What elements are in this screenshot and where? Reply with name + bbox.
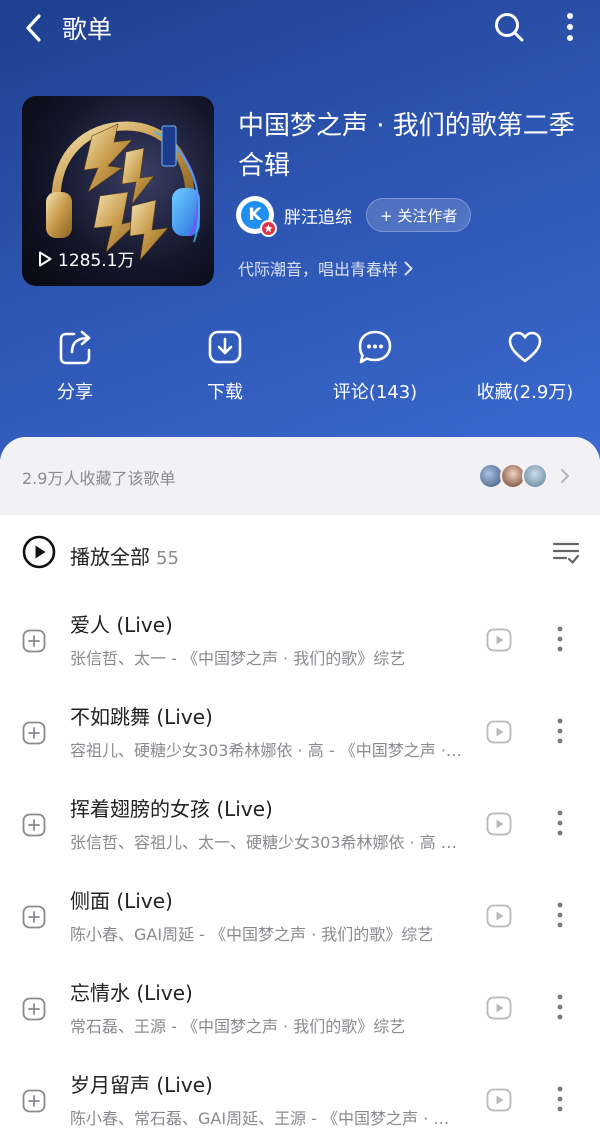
add-to-list-icon[interactable] <box>22 905 46 929</box>
comment-button[interactable]: 评论(143) <box>300 328 450 408</box>
more-button[interactable] <box>552 6 588 48</box>
download-button[interactable]: 下载 <box>150 328 300 408</box>
more-vertical-icon[interactable] <box>556 809 564 837</box>
heart-icon <box>508 331 542 363</box>
song-row[interactable]: 挥着翅膀的女孩 (Live) 张信哲、容祖儿、太一、硬糖少女303希林娜依 · 高… <box>0 777 600 869</box>
song-list-sheet: 2.9万人收藏了该歌单 播放全部 55 爱人 (Live) 张信哲、太一 - 《中国… <box>0 437 600 1147</box>
song-row[interactable]: 不如跳舞 (Live) 容祖儿、硬糖少女303希林娜依 · 高 - 《中国梦之声 … <box>0 685 600 777</box>
song-row[interactable]: 侧面 (Live) 陈小春、GAI周延 - 《中国梦之声 · 我们的歌》综艺 <box>0 869 600 961</box>
more-vertical-icon[interactable] <box>556 993 564 1021</box>
add-to-list-icon[interactable] <box>22 813 46 837</box>
song-title: 挥着翅膀的女孩 (Live) <box>70 797 273 821</box>
mv-play-icon[interactable] <box>486 628 512 652</box>
song-artist-album: 张信哲、容祖儿、太一、硬糖少女303希林娜依 · 高 - 《中国梦之声 · 我们… <box>70 833 462 852</box>
song-artist-album: 陈小春、常石磊、GAI周延、王源 - 《中国梦之声 · 我们的歌》综艺 <box>70 1109 462 1128</box>
song-row[interactable]: 忘情水 (Live) 常石磊、王源 - 《中国梦之声 · 我们的歌》综艺 <box>0 961 600 1053</box>
chevron-right-icon <box>561 469 569 483</box>
action-bar: 分享 下载 评论(143) 收藏(2.9万) <box>0 328 600 408</box>
playlist-header: 歌单 1285.1万 中国梦之声 · 我们的歌第二季 合辑 K 胖汪追综 + 关… <box>0 0 600 470</box>
avatar <box>522 463 548 489</box>
mv-play-icon[interactable] <box>486 996 512 1020</box>
collectors-text: 2.9万人收藏了该歌单 <box>22 469 176 488</box>
follow-author-label: + 关注作者 <box>380 206 458 225</box>
playlist-cover[interactable]: 1285.1万 <box>22 96 214 286</box>
playlist-slogan[interactable]: 代际潮音，唱出青春样 <box>238 256 413 280</box>
back-icon <box>26 14 41 42</box>
chevron-right-icon <box>404 261 413 275</box>
song-artist-album: 张信哲、太一 - 《中国梦之声 · 我们的歌》综艺 <box>70 649 406 668</box>
back-button[interactable] <box>14 8 54 48</box>
add-to-list-icon[interactable] <box>22 629 46 653</box>
share-icon <box>59 330 91 365</box>
song-artist-album: 陈小春、GAI周延 - 《中国梦之声 · 我们的歌》综艺 <box>70 925 434 944</box>
song-row[interactable]: 爱人 (Live) 张信哲、太一 - 《中国梦之声 · 我们的歌》综艺 <box>0 593 600 685</box>
follow-author-button[interactable]: + 关注作者 <box>366 198 472 232</box>
add-to-list-icon[interactable] <box>22 1089 46 1113</box>
author-name[interactable]: 胖汪追综 <box>284 203 352 228</box>
comment-label: 评论(143) <box>332 382 418 403</box>
play-count: 1285.1万 <box>38 246 134 271</box>
mv-play-icon[interactable] <box>486 812 512 836</box>
song-title: 岁月留声 (Live) <box>70 1073 213 1097</box>
more-vertical-icon[interactable] <box>556 717 564 745</box>
more-vertical-icon[interactable] <box>556 1085 564 1113</box>
play-all-row[interactable]: 播放全部 55 <box>0 515 600 593</box>
more-vertical-icon <box>567 13 573 41</box>
song-title: 侧面 (Live) <box>70 889 173 913</box>
favorite-label: 收藏(2.9万) <box>476 382 574 403</box>
slogan-text: 代际潮音，唱出青春样 <box>238 260 399 279</box>
share-button[interactable]: 分享 <box>0 328 150 408</box>
more-vertical-icon[interactable] <box>556 901 564 929</box>
mv-play-icon[interactable] <box>486 720 512 744</box>
playlist-title: 中国梦之声 · 我们的歌第二季 合辑 <box>238 111 575 181</box>
play-count-value: 1285.1万 <box>58 251 135 271</box>
add-to-list-icon[interactable] <box>22 721 46 745</box>
song-title: 不如跳舞 (Live) <box>70 705 213 729</box>
comment-icon <box>358 330 392 364</box>
play-all-text: 播放全部 <box>70 545 150 569</box>
add-to-list-icon[interactable] <box>22 997 46 1021</box>
play-outline-icon <box>39 251 52 266</box>
download-icon <box>208 330 242 364</box>
list-manage-icon[interactable] <box>552 539 580 567</box>
mv-play-icon[interactable] <box>486 904 512 928</box>
song-row[interactable]: 岁月留声 (Live) 陈小春、常石磊、GAI周延、王源 - 《中国梦之声 · 我… <box>0 1053 600 1145</box>
author-avatar[interactable]: K <box>236 196 277 237</box>
author-row: K 胖汪追综 + 关注作者 <box>236 195 472 237</box>
song-title: 忘情水 (Live) <box>70 981 193 1005</box>
collector-avatars <box>478 463 550 489</box>
play-all-label: 播放全部 55 <box>70 541 179 570</box>
search-button[interactable] <box>488 6 530 48</box>
more-vertical-icon[interactable] <box>556 625 564 653</box>
collectors-bar[interactable]: 2.9万人收藏了该歌单 <box>0 437 600 515</box>
favorite-button[interactable]: 收藏(2.9万) <box>450 328 600 408</box>
page-title: 歌单 <box>62 15 113 44</box>
song-artist-album: 容祖儿、硬糖少女303希林娜依 · 高 - 《中国梦之声 · 我们的歌》综艺 <box>70 741 462 760</box>
search-icon <box>495 13 524 42</box>
download-label: 下载 <box>207 382 243 403</box>
song-artist-album: 常石磊、王源 - 《中国梦之声 · 我们的歌》综艺 <box>70 1017 406 1036</box>
top-bar: 歌单 <box>0 0 600 56</box>
song-count: 55 <box>156 548 179 569</box>
song-title: 爱人 (Live) <box>70 613 173 637</box>
share-label: 分享 <box>57 382 93 403</box>
play-circle-icon <box>22 535 56 569</box>
verified-star-icon <box>260 220 277 237</box>
mv-play-icon[interactable] <box>486 1088 512 1112</box>
